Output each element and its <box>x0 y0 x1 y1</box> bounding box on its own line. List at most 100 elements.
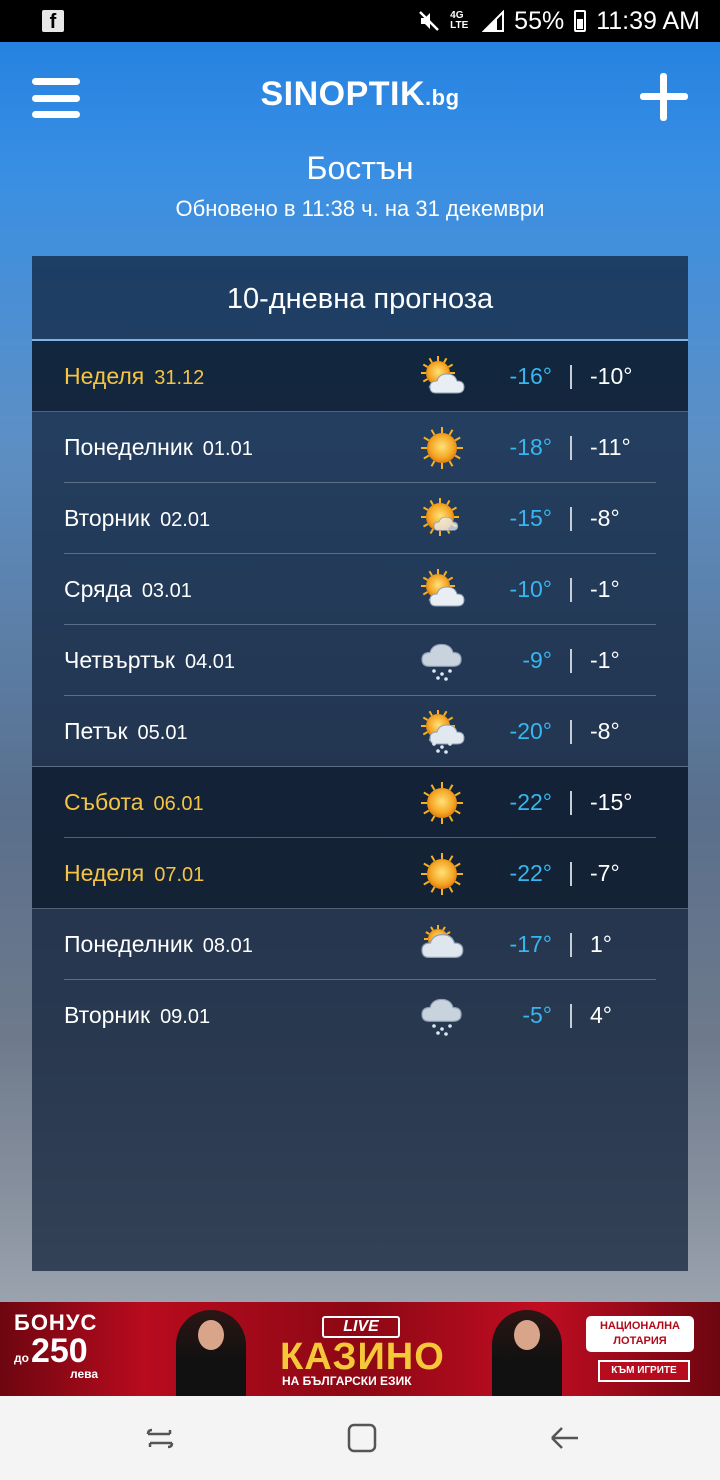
partly-cloudy-icon <box>418 355 466 399</box>
temp-min: -15° <box>509 505 552 531</box>
ad-lottery-logo: НАЦИОНАЛНА ЛОТАРИЯ <box>586 1316 694 1352</box>
day-name: Неделя <box>64 363 145 389</box>
forecast-day: Вторник 02.01 <box>64 505 210 532</box>
ad-live-badge: LIVE <box>322 1316 400 1338</box>
ad-casino-subtitle: НА БЪЛГАРСКИ ЕЗИК <box>282 1374 412 1388</box>
forecast-panel: 10-дневна прогноза Неделя 31.12 -16° -10° По… <box>32 256 688 1271</box>
forecast-row[interactable]: Понеделник 08.01 -17° 1° <box>32 909 688 980</box>
temp-separator <box>570 436 572 460</box>
add-location-icon[interactable] <box>640 73 688 121</box>
day-date: 02.01 <box>160 509 211 531</box>
temp-max: -8° <box>590 505 620 531</box>
home-icon[interactable] <box>342 1418 382 1458</box>
forecast-list: Неделя 31.12 -16° -10° Понеделник 01.01 -18° -1… <box>32 341 688 1051</box>
forecast-day: Вторник 09.01 <box>64 1002 210 1029</box>
temp-separator <box>570 791 572 815</box>
temp-separator <box>570 1004 572 1028</box>
sun-cloud-snow-icon <box>418 709 466 754</box>
mute-icon <box>419 11 440 31</box>
forecast-day: Понеделник 08.01 <box>64 931 253 958</box>
temp-min: -17° <box>509 931 552 957</box>
temp-separator <box>570 507 572 531</box>
city-name: Бостън <box>306 150 414 186</box>
temp-max: -10° <box>590 363 633 389</box>
clock: 11:39 AM <box>596 6 700 35</box>
logo: SINOPTIK.bg <box>0 75 720 114</box>
battery-icon <box>574 10 587 32</box>
temp-separator <box>570 649 572 673</box>
temp-max: 4° <box>590 1002 612 1028</box>
temp-min: -16° <box>509 363 552 389</box>
signal-icon <box>482 10 505 32</box>
temp-min: -10° <box>509 576 552 602</box>
forecast-row[interactable]: Неделя 07.01 -22° -7° <box>32 838 688 909</box>
day-date: 04.01 <box>184 651 236 673</box>
temp-max: -8° <box>590 718 620 744</box>
day-date: 06.01 <box>153 793 204 815</box>
day-date: 05.01 <box>137 722 188 744</box>
temp-max: -15° <box>590 789 633 815</box>
day-date: 01.01 <box>202 438 253 460</box>
ad-banner[interactable]: БОНУС до250 лева LIVE КАЗИНО НА БЪЛГАРСК… <box>0 1302 720 1396</box>
sunny-icon <box>418 852 466 896</box>
logo-main: SINOPTIK <box>260 75 426 113</box>
back-icon[interactable] <box>544 1418 584 1458</box>
forecast-row[interactable]: Вторник 02.01 -15° -8° <box>32 483 688 554</box>
temp-min: -20° <box>509 718 552 744</box>
ad-bonus-amount: 250 <box>30 1332 88 1370</box>
lte-icon: 4G LTE <box>450 10 469 31</box>
forecast-day: Четвъртък 04.01 <box>64 647 235 674</box>
ad-bonus-prefix: до <box>14 1351 29 1365</box>
day-date: 03.01 <box>141 580 192 602</box>
day-date: 08.01 <box>202 935 253 957</box>
ad-cta-button[interactable]: КЪМ ИГРИТЕ <box>598 1360 690 1382</box>
forecast-row[interactable]: Неделя 31.12 -16° -10° <box>32 341 688 412</box>
temp-min: -18° <box>509 434 552 460</box>
ad-casino-title: КАЗИНО <box>280 1336 445 1378</box>
battery-percent: 55% <box>514 6 565 35</box>
forecast-row[interactable]: Петък 05.01 -20° -8° <box>32 696 688 767</box>
forecast-day: Събота 06.01 <box>64 789 204 816</box>
panel-title: 10-дневна прогноза <box>32 256 688 341</box>
temp-separator <box>570 578 572 602</box>
forecast-row[interactable]: Четвъртък 04.01 -9° -1° <box>32 625 688 696</box>
forecast-row[interactable]: Събота 06.01 -22° -15° <box>32 767 688 838</box>
status-bar: f 4G LTE 55% 11:39 AM <box>0 0 720 42</box>
day-name: Събота <box>64 789 144 815</box>
day-name: Петък <box>64 718 128 744</box>
sunny-icon <box>418 781 466 825</box>
system-nav-bar <box>0 1396 720 1480</box>
day-name: Неделя <box>64 860 145 886</box>
temp-min: -9° <box>522 647 552 673</box>
logo-suffix: .bg <box>425 85 460 110</box>
recents-icon[interactable] <box>140 1418 180 1458</box>
cloud-snow-icon <box>418 994 466 1038</box>
day-date: 09.01 <box>160 1006 211 1028</box>
temp-separator <box>570 720 572 744</box>
temp-max: -11° <box>590 434 631 460</box>
day-date: 07.01 <box>154 864 205 886</box>
forecast-row[interactable]: Сряда 03.01 -10° -1° <box>32 554 688 625</box>
temp-min: -22° <box>509 860 552 886</box>
day-name: Четвъртък <box>64 647 175 673</box>
temp-separator <box>570 862 572 886</box>
cloud-snow-icon <box>418 639 466 683</box>
forecast-row[interactable]: Вторник 09.01 -5° 4° <box>32 980 688 1051</box>
forecast-day: Понеделник 01.01 <box>64 434 253 461</box>
temp-separator <box>570 365 572 389</box>
temp-max: -1° <box>590 647 620 673</box>
forecast-day: Неделя 31.12 <box>64 363 204 390</box>
day-name: Понеделник <box>64 931 193 957</box>
temp-max: -7° <box>590 860 620 886</box>
day-name: Сряда <box>64 576 132 602</box>
forecast-row[interactable]: Понеделник 01.01 -18° -11° <box>32 412 688 483</box>
app-header: SINOPTIK.bg <box>0 42 720 154</box>
cloudy-icon <box>418 923 466 967</box>
ad-presenter-image <box>492 1310 562 1396</box>
forecast-day: Петък 05.01 <box>64 718 188 745</box>
partly-cloudy-icon <box>418 568 466 612</box>
temp-max: -1° <box>590 576 620 602</box>
ad-bonus: БОНУС до250 лева <box>14 1312 98 1381</box>
day-date: 31.12 <box>154 367 205 389</box>
sunny-icon <box>418 426 466 470</box>
